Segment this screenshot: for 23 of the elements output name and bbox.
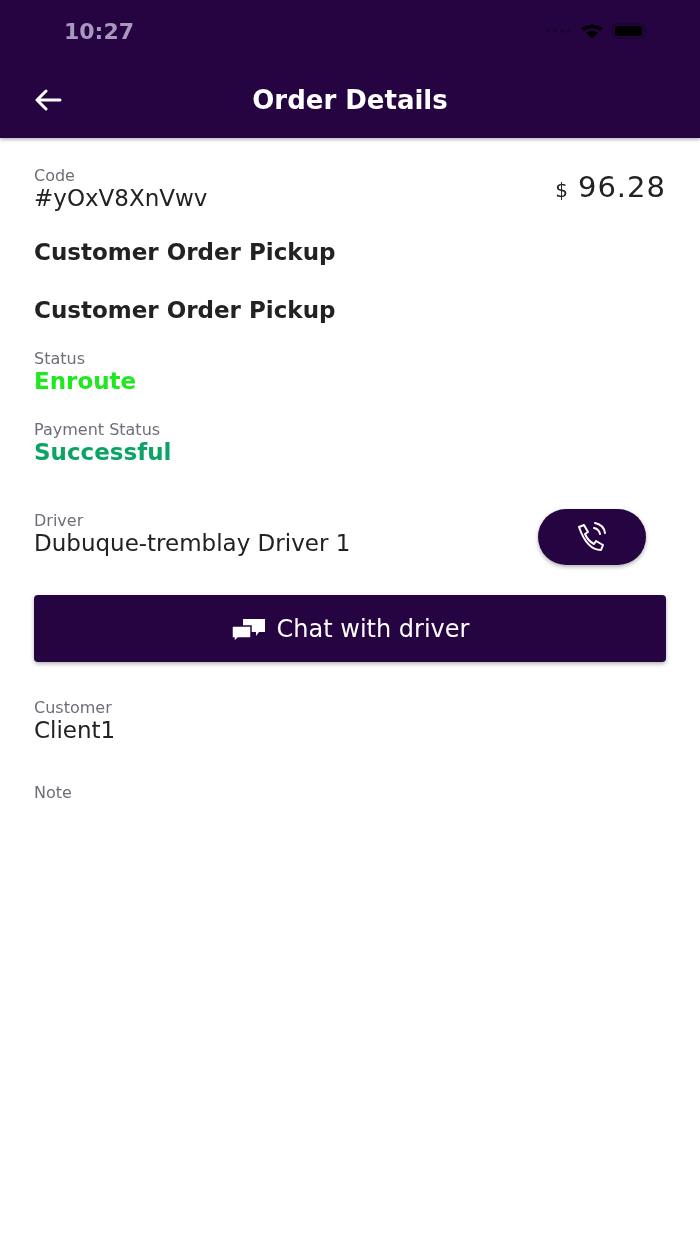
currency-symbol: $ xyxy=(555,178,568,202)
order-type: Customer Order Pickup xyxy=(34,239,337,265)
order-code: #yOxV8XnVwv xyxy=(34,185,208,211)
screen-title: Order Details xyxy=(252,85,448,115)
field-label: Note xyxy=(34,783,73,802)
field-label: Status xyxy=(34,349,86,368)
driver-name: Dubuque-tremblay Driver 1 xyxy=(34,529,351,556)
phone-icon xyxy=(575,522,609,552)
wifi-icon xyxy=(580,23,604,39)
call-button[interactable] xyxy=(538,509,646,565)
battery-icon xyxy=(612,23,648,39)
field-label: Driver xyxy=(34,510,85,530)
status-time: 10:27 xyxy=(64,18,135,44)
field-label: Payment Status xyxy=(34,420,162,439)
status-value: Enroute xyxy=(34,368,138,394)
status-value: Successful xyxy=(34,439,173,465)
customer-name: Client1 xyxy=(34,717,117,743)
field-label: Customer xyxy=(34,698,113,717)
order-price: 96.28 xyxy=(577,170,666,204)
chat-button[interactable]: Chat with driver xyxy=(34,595,666,662)
back-arrow-icon[interactable] xyxy=(34,89,62,111)
order-type: Customer Order Pickup xyxy=(34,297,337,323)
field-label: Code xyxy=(34,166,76,185)
